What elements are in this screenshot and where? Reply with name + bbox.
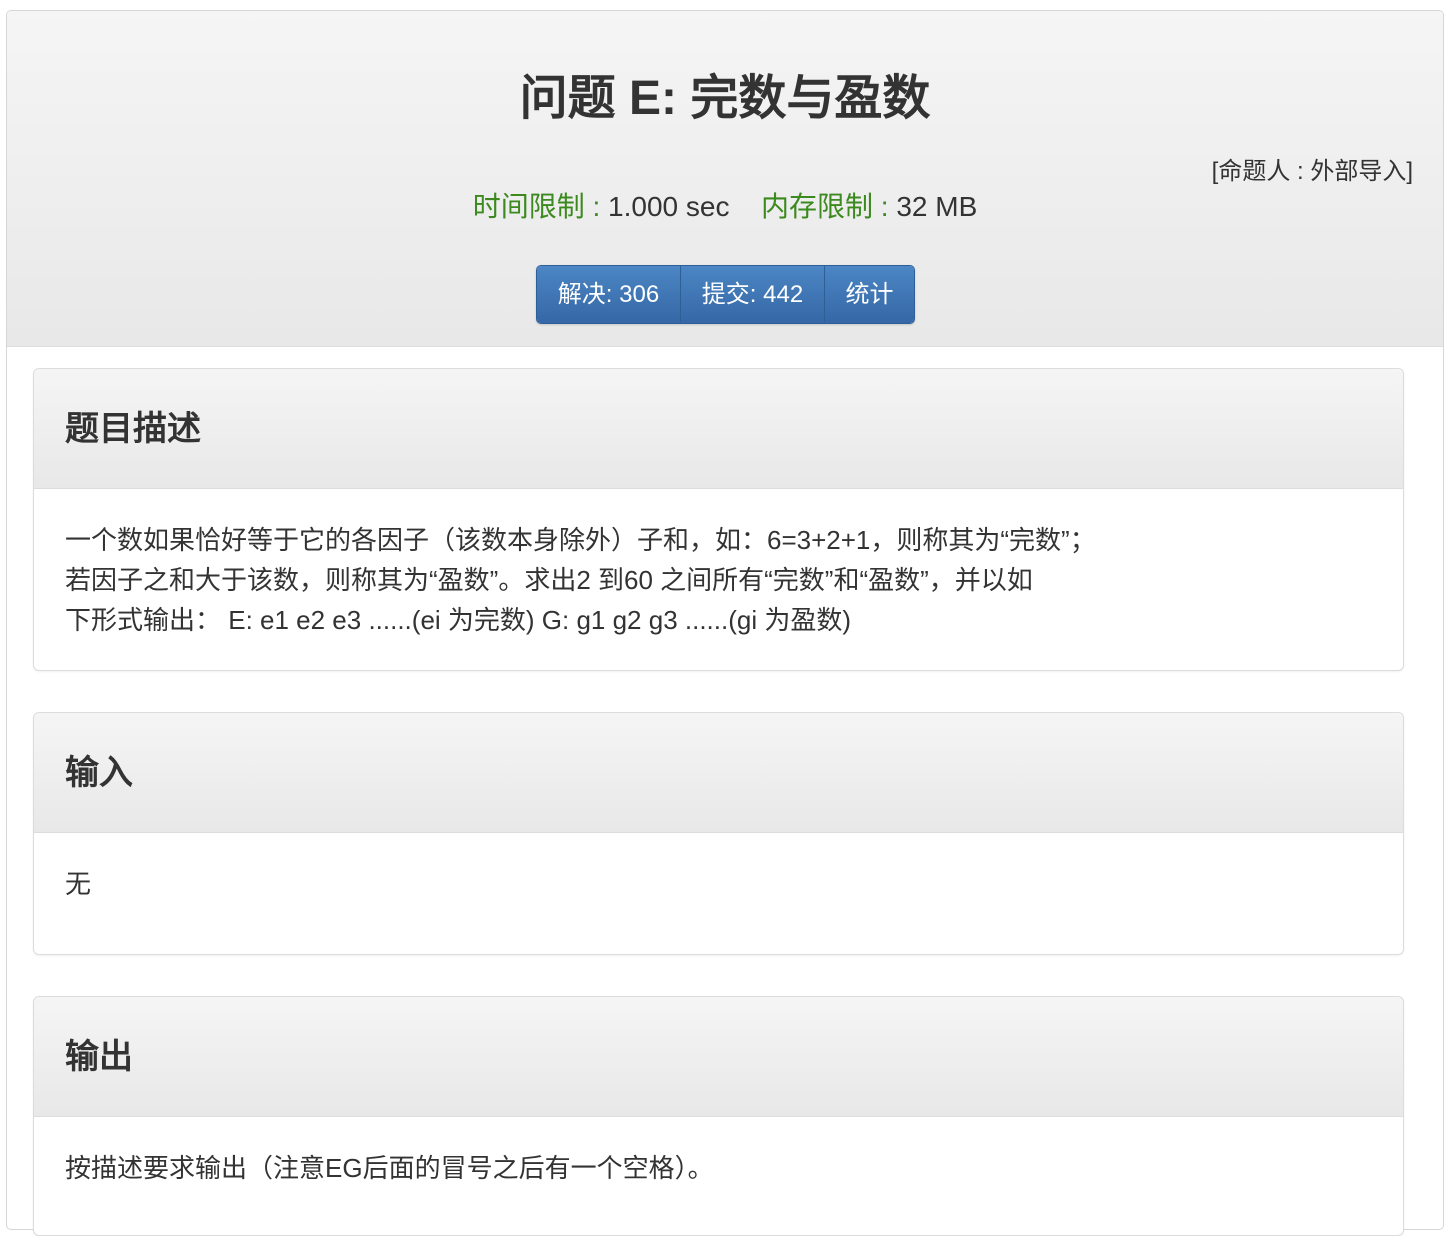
time-limit-value: 1.000 sec: [608, 191, 730, 222]
output-heading: 输出: [34, 997, 1403, 1117]
input-text: 无: [65, 869, 92, 899]
memory-limit-label: 内存限制 :: [761, 191, 889, 222]
output-body: 按描述要求输出（注意EG后面的冒号之后有一个空格）。: [34, 1117, 1403, 1188]
problem-author: [命题人 : 外部导入]: [1211, 158, 1413, 185]
time-limit-label: 时间限制 :: [472, 191, 601, 222]
description-line: 下形式输出： E: e1 e2 e3 ......(ei 为完数) G: g1 …: [65, 605, 852, 635]
submitted-button[interactable]: 提交: 442: [681, 266, 825, 323]
problem-title: 问题 E: 完数与盈数: [519, 72, 931, 125]
stats-button[interactable]: 统计: [825, 266, 914, 323]
memory-limit-value: 32 MB: [896, 191, 978, 222]
description-heading: 题目描述: [34, 369, 1403, 489]
description-line: 若因子之和大于该数，则称其为“盈数”。求出2 到60 之间所有“完数”和“盈数”…: [65, 565, 1033, 595]
input-panel: 输入 无: [33, 712, 1404, 955]
problem-button-group: 解决: 306 提交: 442 统计: [536, 265, 915, 324]
output-text: 按描述要求输出（注意EG后面的冒号之后有一个空格）。: [65, 1153, 714, 1183]
description-body: 一个数如果恰好等于它的各因子（该数本身除外）子和，如：6=3+2+1，则称其为“…: [34, 489, 1403, 640]
solved-button[interactable]: 解决: 306: [537, 266, 681, 323]
output-panel: 输出 按描述要求输出（注意EG后面的冒号之后有一个空格）。: [33, 996, 1404, 1236]
description-line: 一个数如果恰好等于它的各因子（该数本身除外）子和，如：6=3+2+1，则称其为“…: [65, 525, 1096, 555]
description-panel: 题目描述 一个数如果恰好等于它的各因子（该数本身除外）子和，如：6=3+2+1，…: [33, 368, 1404, 671]
problem-header: 问题 E: 完数与盈数 [命题人 : 外部导入] 时间限制 : 1.000 se…: [7, 11, 1443, 347]
input-body: 无: [34, 833, 1403, 904]
input-heading: 输入: [34, 713, 1403, 833]
problem-limits: 时间限制 : 1.000 sec 内存限制 : 32 MB: [7, 189, 1443, 225]
